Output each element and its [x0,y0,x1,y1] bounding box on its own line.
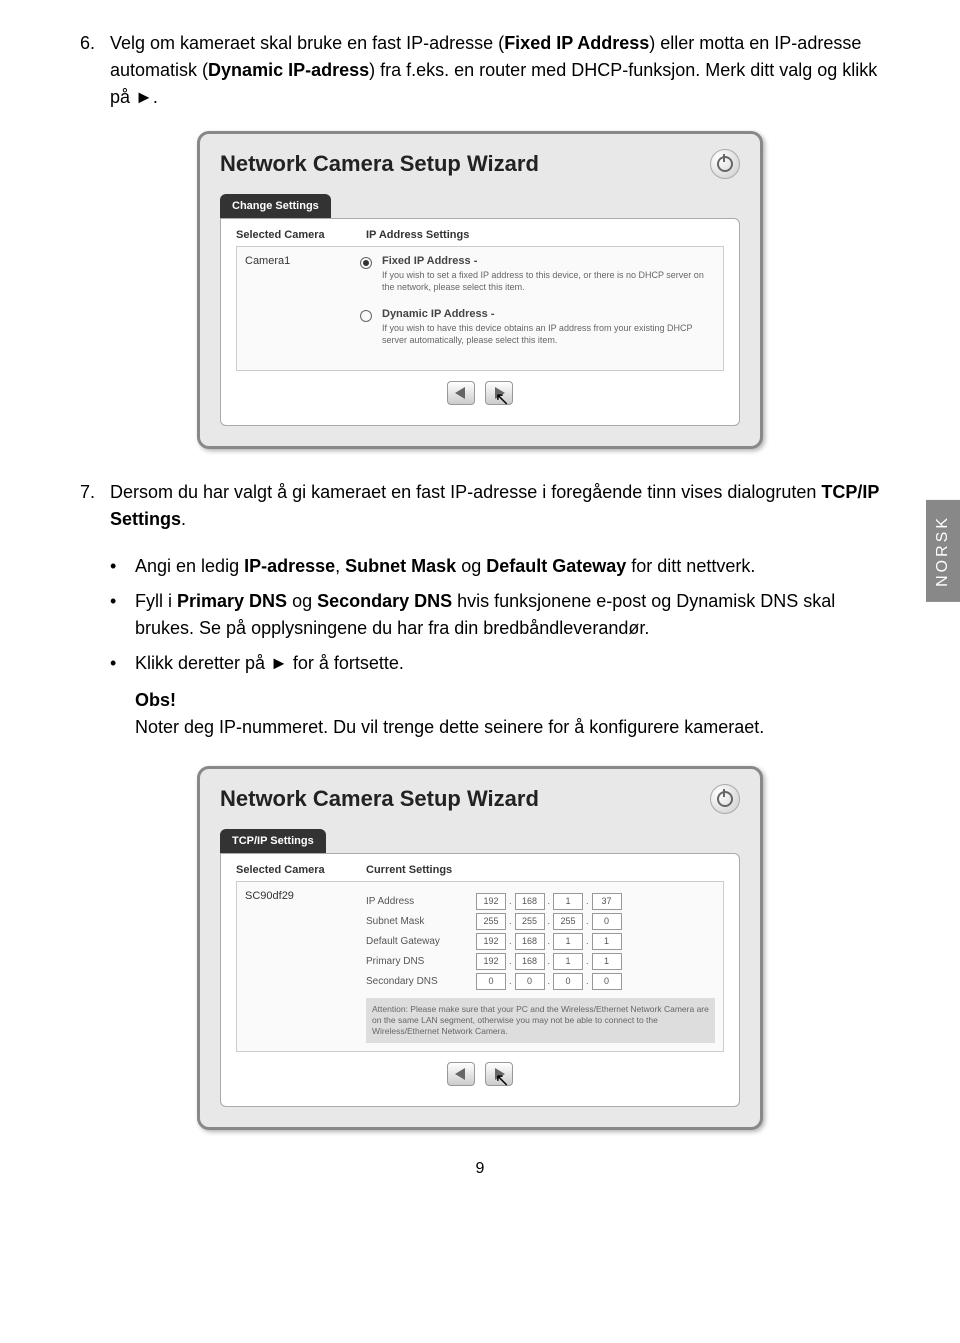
cursor-icon: ↖ [495,389,510,410]
col-ip-settings: IP Address Settings [366,229,724,241]
step-body: Dersom du har valgt å gi kameraet en fas… [110,479,880,533]
wizard-title: Network Camera Setup Wizard [220,151,539,177]
col-selected-camera: Selected Camera [236,229,366,241]
ip-field[interactable]: 0 [476,973,506,990]
row-subnet-mask: Subnet Mask 255. 255. 255. 0 [366,913,715,930]
camera-name: SC90df29 [245,890,360,1043]
wizard-header: Network Camera Setup Wizard [200,134,760,194]
option-desc: If you wish to have this device obtains … [382,323,715,346]
wizard-screenshot-1: Network Camera Setup Wizard Change Setti… [197,131,763,449]
bullet-list: • Angi en ledig IP-adresse, Subnet Mask … [110,553,880,741]
step-6: 6. Velg om kameraet skal bruke en fast I… [80,30,880,111]
tab-body: Selected Camera Current Settings SC90df2… [220,853,740,1107]
power-icon [717,791,733,807]
bullet-item: • Fyll i Primary DNS og Secondary DNS hv… [110,588,880,642]
wizard-screenshot-2: Network Camera Setup Wizard TCP/IP Setti… [197,766,763,1130]
option-fixed-ip[interactable]: Fixed IP Address - If you wish to set a … [360,255,715,303]
nav-bar: ↖ [236,371,724,415]
option-desc: If you wish to set a fixed IP address to… [382,270,715,293]
col-current-settings: Current Settings [366,864,724,876]
camera-name: Camera1 [245,255,360,362]
close-button[interactable] [710,784,740,814]
ip-field[interactable]: 0 [592,913,622,930]
ip-field[interactable]: 1 [592,953,622,970]
power-icon [717,156,733,172]
ip-field[interactable]: 192 [476,933,506,950]
tab-label: Change Settings [220,194,331,218]
ip-field[interactable]: 1 [592,933,622,950]
col-selected-camera: Selected Camera [236,864,366,876]
wizard-header: Network Camera Setup Wizard [200,769,760,829]
step-number: 6. [80,30,110,111]
ip-field[interactable]: 37 [592,893,622,910]
ip-field[interactable]: 0 [515,973,545,990]
ip-field[interactable]: 1 [553,893,583,910]
row-ip-address: IP Address 192. 168. 1. 37 [366,893,715,910]
tab-label: TCP/IP Settings [220,829,326,853]
radio-selected-icon [360,257,372,269]
ip-field[interactable]: 255 [476,913,506,930]
ip-field[interactable]: 168 [515,953,545,970]
radio-unselected-icon [360,310,372,322]
ip-field[interactable]: 255 [515,913,545,930]
attention-text: Attention: Please make sure that your PC… [366,998,715,1043]
nav-bar: ↖ [236,1052,724,1096]
obs-text: Noter deg IP-nummeret. Du vil trenge det… [135,714,880,741]
step-number: 7. [80,479,110,533]
tab-body: Selected Camera IP Address Settings Came… [220,218,740,426]
cursor-icon: ↖ [495,1070,510,1091]
row-default-gateway: Default Gateway 192. 168. 1. 1 [366,933,715,950]
ip-field[interactable]: 0 [553,973,583,990]
ip-field[interactable]: 1 [553,933,583,950]
ip-field[interactable]: 255 [553,913,583,930]
ip-field[interactable]: 192 [476,893,506,910]
bullet-item: • Angi en ledig IP-adresse, Subnet Mask … [110,553,880,580]
prev-button[interactable] [447,1062,475,1086]
row-secondary-dns: Secondary DNS 0. 0. 0. 0 [366,973,715,990]
ip-field[interactable]: 168 [515,893,545,910]
wizard-title: Network Camera Setup Wizard [220,786,539,812]
step-body: Velg om kameraet skal bruke en fast IP-a… [110,30,880,111]
step-7: 7. Dersom du har valgt å gi kameraet en … [80,479,880,533]
language-tab: NORSK [926,500,960,602]
page-number: 9 [80,1160,880,1178]
option-title: Fixed IP Address - [382,255,715,267]
close-button[interactable] [710,149,740,179]
ip-field[interactable]: 0 [592,973,622,990]
ip-field[interactable]: 1 [553,953,583,970]
prev-button[interactable] [447,381,475,405]
bullet-item: • Klikk deretter på ► for å fortsette. [110,650,880,677]
row-primary-dns: Primary DNS 192. 168. 1. 1 [366,953,715,970]
option-title: Dynamic IP Address - [382,308,715,320]
ip-field[interactable]: 168 [515,933,545,950]
obs-heading: Obs! [135,687,880,714]
ip-field[interactable]: 192 [476,953,506,970]
option-dynamic-ip[interactable]: Dynamic IP Address - If you wish to have… [360,308,715,356]
